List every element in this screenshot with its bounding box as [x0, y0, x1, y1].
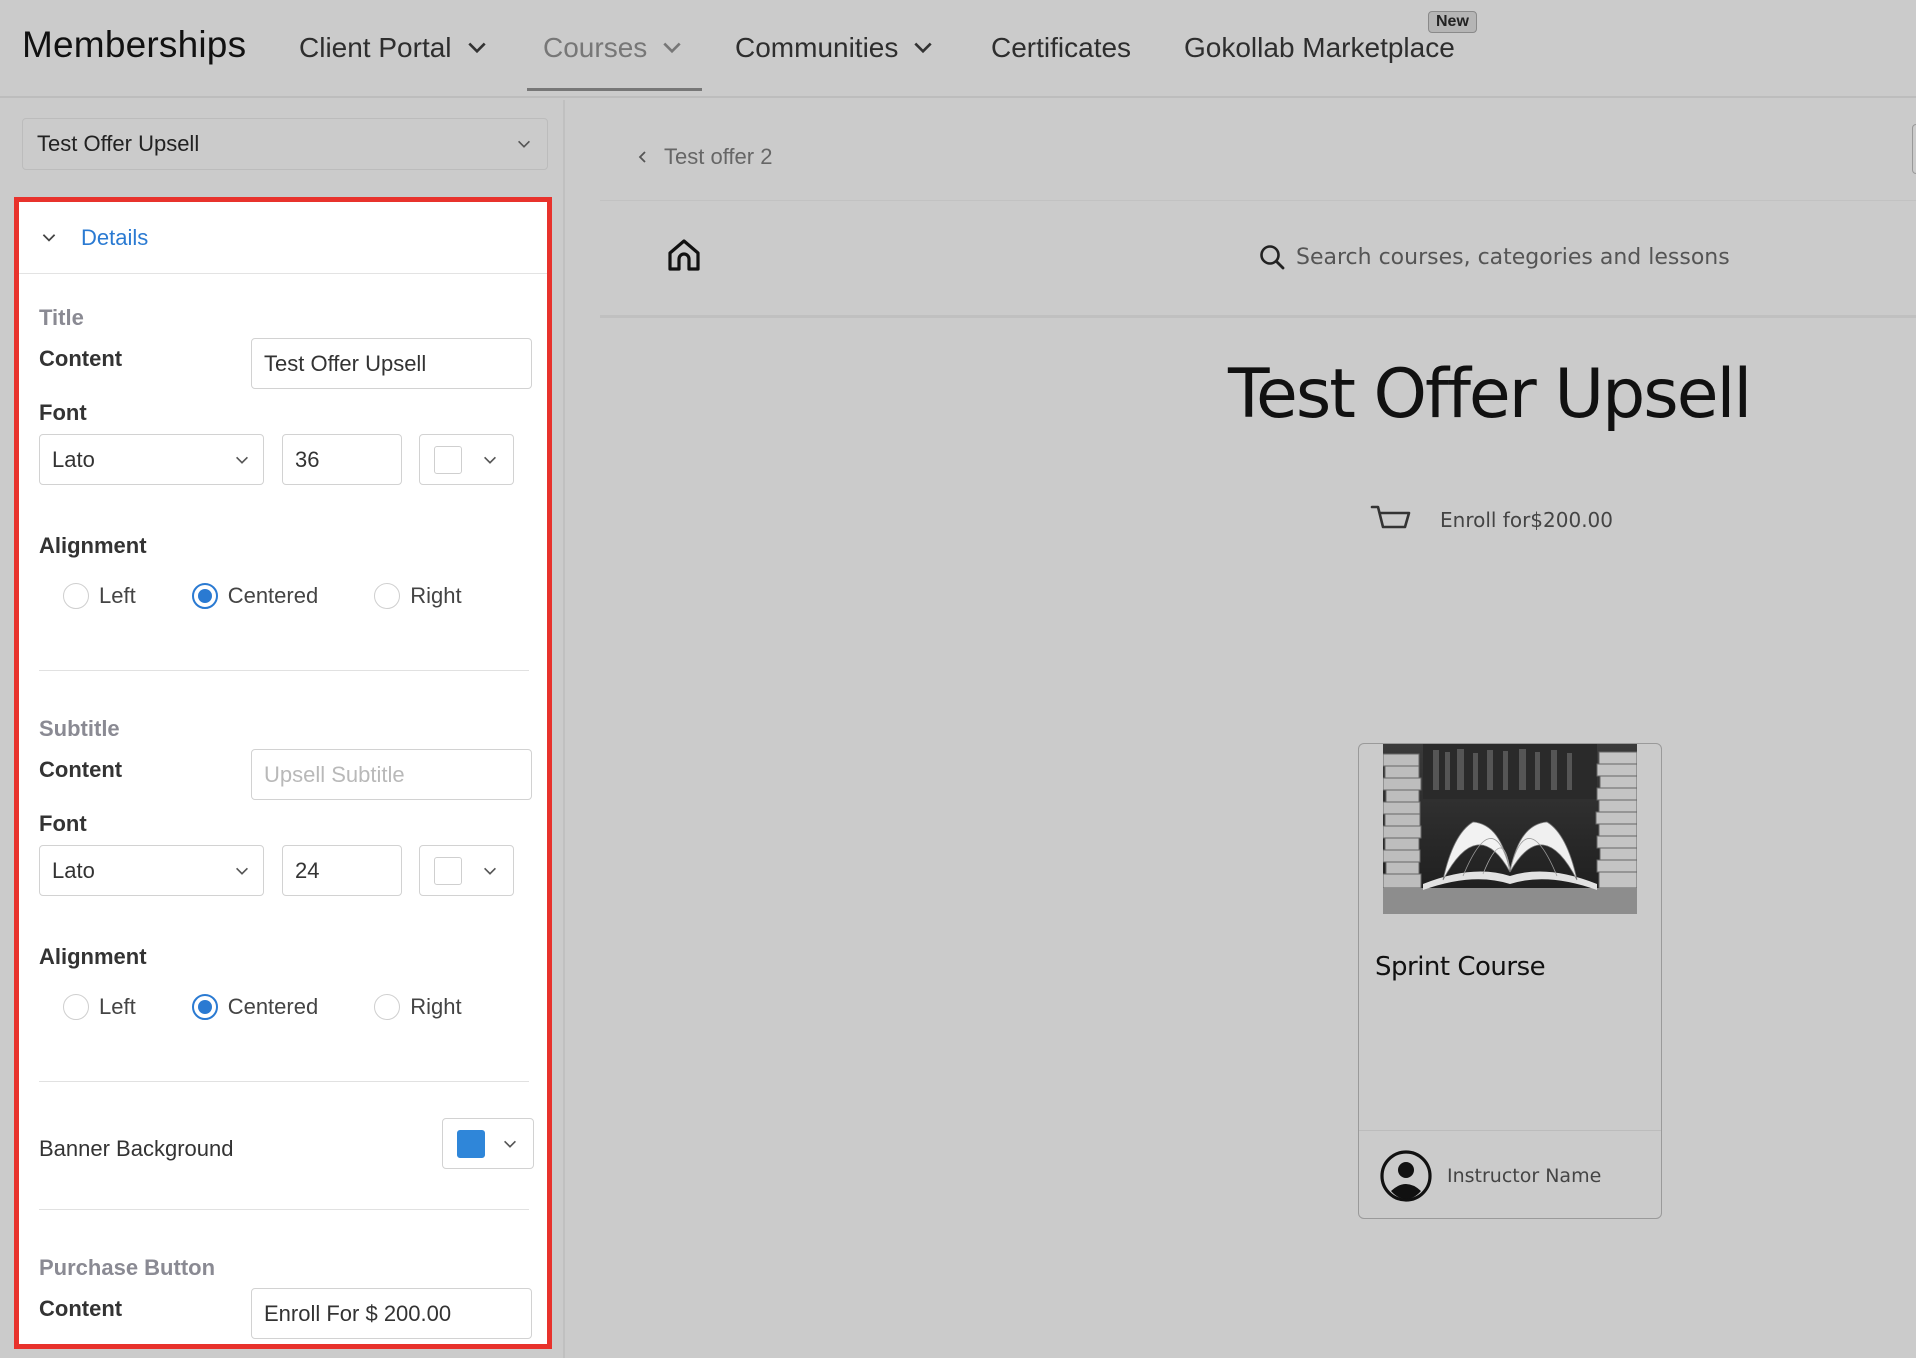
chevron-down-icon	[236, 456, 248, 464]
color-swatch	[434, 856, 462, 885]
course-thumbnail-image	[1383, 744, 1637, 914]
chevron-down-icon	[504, 1140, 516, 1148]
panel-title: Details	[81, 224, 149, 250]
details-panel: Details Title Content Test Offer Upsell …	[14, 197, 552, 1349]
subtitle-font-size-input[interactable]: 24	[282, 845, 402, 896]
purchase-content-label: Content	[39, 1296, 123, 1321]
title-font-family-select[interactable]: Lato	[39, 434, 264, 485]
title-alignment-group: Left Centered Right	[63, 583, 462, 609]
new-badge: New	[1428, 11, 1477, 33]
radio-label: Left	[99, 583, 136, 608]
editor-sidebar: Test Offer Upsell Details Title Content …	[0, 100, 565, 1358]
divider	[39, 1209, 529, 1210]
search-icon	[1260, 245, 1285, 270]
chevron-down-icon	[467, 42, 486, 54]
radio-circle-selected	[191, 994, 218, 1020]
user-avatar-icon	[1380, 1149, 1432, 1202]
panel-resize-handle[interactable]	[1912, 124, 1916, 174]
font-family-value: Lato	[52, 446, 95, 472]
search-bar[interactable]: Search courses, categories and lessons	[1258, 243, 1730, 271]
nav-label: Client Portal	[299, 32, 452, 63]
banner-background-color-picker[interactable]	[442, 1118, 534, 1169]
subtitle-alignment-label: Alignment	[39, 944, 147, 969]
title-section-heading: Title	[39, 305, 84, 330]
radio-label: Centered	[227, 583, 319, 608]
title-font-size-input[interactable]: 36	[282, 434, 402, 485]
enroll-label: Enroll for$200.00	[1440, 508, 1614, 532]
nav-communities[interactable]: Communities	[735, 32, 934, 64]
subtitle-color-picker[interactable]	[419, 845, 514, 896]
course-card-footer: Instructor Name	[1359, 1130, 1661, 1218]
radio-circle	[374, 994, 401, 1020]
chevron-left-icon	[638, 151, 646, 163]
chevron-down-icon	[236, 867, 248, 875]
brand-title: Memberships	[22, 24, 247, 65]
subtitle-align-centered-radio[interactable]: Centered	[191, 994, 319, 1020]
title-align-left-radio[interactable]: Left	[63, 583, 136, 609]
radio-label: Centered	[227, 994, 319, 1019]
course-card[interactable]: Sprint Course Instructor Name	[1358, 743, 1662, 1219]
radio-circle	[63, 583, 89, 609]
offer-select-value: Test Offer Upsell	[37, 131, 200, 156]
title-align-centered-radio[interactable]: Centered	[191, 583, 319, 609]
nav-client-portal[interactable]: Client Portal	[299, 32, 488, 64]
nav-label: Certificates	[991, 32, 1132, 63]
chevron-down-icon	[484, 867, 496, 875]
home-icon[interactable]	[664, 235, 704, 275]
subtitle-alignment-group: Left Centered Right	[63, 994, 462, 1020]
nav-label: Communities	[735, 32, 899, 63]
subtitle-section-heading: Subtitle	[39, 716, 120, 741]
active-tab-indicator	[527, 88, 702, 91]
chevron-down-icon	[518, 140, 530, 148]
cart-icon	[1370, 505, 1411, 529]
preview-title: Test Offer Upsell	[1228, 355, 1752, 434]
font-family-value: Lato	[52, 857, 95, 883]
subtitle-align-left-radio[interactable]: Left	[63, 994, 136, 1020]
course-card-title: Sprint Course	[1375, 952, 1546, 982]
title-content-input[interactable]: Test Offer Upsell	[251, 338, 532, 389]
purchase-content-input[interactable]: Enroll For $ 200.00	[251, 1288, 532, 1339]
radio-circle	[63, 994, 89, 1020]
nav-gokollab-marketplace[interactable]: Gokollab Marketplace	[1184, 32, 1455, 64]
subtitle-font-label: Font	[39, 811, 87, 836]
enroll-button[interactable]: Enroll for$200.00	[1370, 503, 1613, 537]
instructor-name: Instructor Name	[1447, 1164, 1602, 1187]
banner-background-label: Banner Background	[39, 1136, 234, 1161]
radio-label: Right	[410, 583, 462, 608]
chevron-down-icon	[663, 42, 681, 54]
divider	[39, 670, 529, 671]
offer-select[interactable]: Test Offer Upsell	[22, 118, 548, 170]
title-align-right-radio[interactable]: Right	[374, 583, 462, 609]
subtitle-font-family-select[interactable]: Lato	[39, 845, 264, 896]
subtitle-align-right-radio[interactable]: Right	[374, 994, 462, 1020]
title-alignment-label: Alignment	[39, 533, 147, 558]
breadcrumb-label: Test offer 2	[664, 144, 773, 169]
radio-circle	[374, 583, 401, 609]
breadcrumb[interactable]: Test offer 2	[636, 144, 772, 170]
color-swatch	[434, 445, 462, 474]
nav-label: Courses	[543, 32, 648, 63]
title-color-picker[interactable]	[419, 434, 514, 485]
chevron-down-icon	[484, 456, 496, 464]
title-font-label: Font	[39, 400, 87, 425]
details-panel-header[interactable]: Details	[19, 202, 547, 274]
divider	[39, 1081, 529, 1082]
nav-courses[interactable]: Courses	[543, 32, 683, 64]
radio-label: Left	[99, 994, 136, 1019]
title-content-label: Content	[39, 346, 123, 371]
nav-label: Gokollab Marketplace	[1184, 32, 1455, 63]
chevron-down-icon	[42, 233, 56, 242]
radio-circle-selected	[191, 583, 218, 609]
chevron-down-icon	[914, 42, 933, 54]
subtitle-content-label: Content	[39, 757, 123, 782]
color-swatch	[457, 1129, 485, 1158]
purchase-button-heading: Purchase Button	[39, 1255, 216, 1280]
preview-header-bar: Search courses, categories and lessons	[600, 200, 1916, 318]
nav-certificates[interactable]: Certificates	[991, 32, 1131, 64]
search-placeholder: Search courses, categories and lessons	[1296, 244, 1730, 270]
top-navigation: Memberships Client Portal Courses Commun…	[0, 0, 1916, 98]
subtitle-content-input[interactable]: Upsell Subtitle	[251, 749, 532, 800]
radio-label: Right	[410, 994, 462, 1019]
